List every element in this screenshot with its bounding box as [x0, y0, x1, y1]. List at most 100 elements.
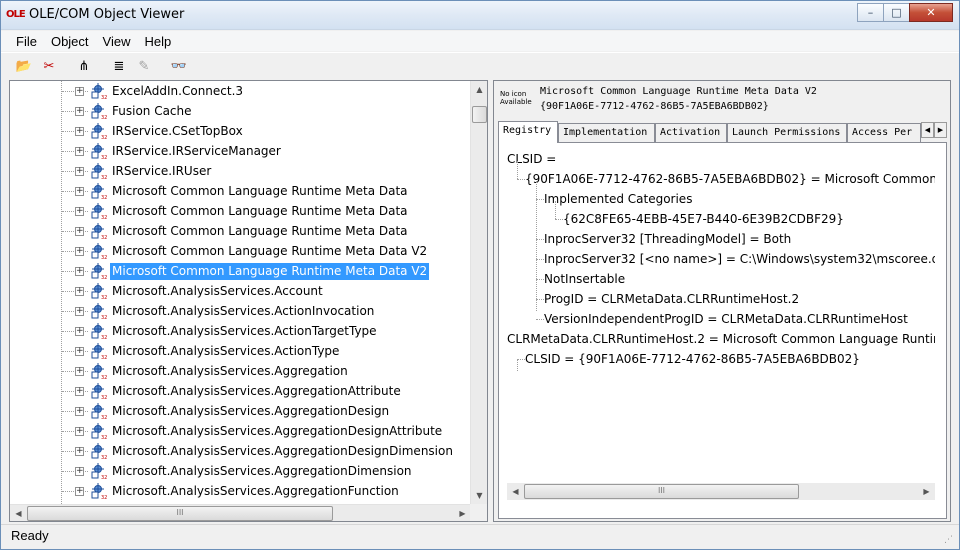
expand-icon[interactable]: + — [75, 367, 84, 376]
registry-entry[interactable]: CLRMetaData.CLRRuntimeHost.2 = Microsoft… — [507, 329, 935, 349]
tree-item[interactable]: +32 Microsoft.AnalysisServices.Aggregatio… — [10, 461, 471, 481]
expand-icon[interactable]: + — [75, 227, 84, 236]
expand-icon[interactable]: + — [75, 307, 84, 316]
registry-entry[interactable]: {90F1A06E-7712-4762-86B5-7A5EBA6BDB02} =… — [525, 169, 935, 189]
close-button[interactable]: ✕ — [909, 3, 953, 22]
registry-entry[interactable]: CLSID = — [507, 149, 556, 169]
tree-item[interactable]: +32 Microsoft.AnalysisServices.Aggregatio… — [10, 441, 471, 461]
tree-item[interactable]: +32 Microsoft Common Language Runtime Met… — [10, 201, 471, 221]
hierarchy-icon[interactable]: ⋔ — [73, 56, 95, 78]
menu-object[interactable]: Object — [44, 34, 96, 49]
expand-icon[interactable]: + — [75, 147, 84, 156]
expand-icon[interactable]: + — [75, 327, 84, 336]
registry-entry[interactable]: NotInsertable — [544, 269, 625, 289]
scroll-thumb[interactable] — [472, 106, 487, 123]
expand-icon[interactable]: + — [75, 167, 84, 176]
tree-item[interactable]: +32 IRService.IRUser — [10, 161, 471, 181]
expand-icon[interactable]: + — [75, 247, 84, 256]
title-bar[interactable]: OLE OLE/COM Object Viewer – □ ✕ — [1, 1, 959, 30]
registry-horizontal-scrollbar[interactable]: ◀ III ▶ — [507, 483, 935, 500]
tree-item[interactable]: +32 Microsoft Common Language Runtime Met… — [10, 181, 471, 201]
tab-launch-permissions[interactable]: Launch Permissions — [727, 123, 847, 142]
expand-icon[interactable]: + — [75, 347, 84, 356]
edit-icon[interactable]: ✎ — [133, 56, 155, 78]
registry-entry[interactable]: ProgID = CLRMetaData.CLRRuntimeHost.2 — [544, 289, 799, 309]
expand-icon[interactable]: + — [75, 87, 84, 96]
object-tree[interactable]: +32 ExcelAddIn.Connect.3 +32 Fusion Cache +3… — [10, 81, 471, 504]
svg-text:32: 32 — [101, 95, 107, 100]
disconnect-icon[interactable]: ✂ — [38, 56, 60, 78]
tab-activation[interactable]: Activation — [655, 123, 727, 142]
svg-text:32: 32 — [101, 155, 107, 160]
maximize-button[interactable]: □ — [883, 3, 910, 22]
svg-text:32: 32 — [101, 175, 107, 180]
tree-item[interactable]: +32 Microsoft.AnalysisServices.ActionTarg… — [10, 321, 471, 341]
com-object-icon: 32 — [91, 263, 107, 280]
com-object-icon: 32 — [91, 143, 107, 160]
tree-item[interactable]: +32 Microsoft.AnalysisServices.Aggregatio… — [10, 401, 471, 421]
scroll-thumb[interactable]: III — [27, 506, 333, 521]
expand-icon[interactable]: + — [75, 427, 84, 436]
tree-item[interactable]: +32 Microsoft.AnalysisServices.Aggregatio… — [10, 421, 471, 441]
tree-item[interactable]: +32 Microsoft Common Language Runtime Met… — [10, 221, 471, 241]
tree-item-label: Microsoft.AnalysisServices.Aggregation — [112, 364, 348, 378]
tab-scroll-left-icon[interactable]: ◀ — [921, 122, 934, 138]
tree-item[interactable]: +32 ExcelAddIn.Connect.3 — [10, 81, 471, 101]
expand-icon[interactable]: + — [75, 187, 84, 196]
registry-entry[interactable]: InprocServer32 [<no name>] = C:\Windows\… — [544, 249, 935, 269]
tree-item[interactable]: +32 Microsoft.AnalysisServices.ActionInvo… — [10, 301, 471, 321]
menu-file[interactable]: File — [9, 34, 44, 49]
minimize-button[interactable]: – — [857, 3, 884, 22]
registry-entry[interactable]: VersionIndependentProgID = CLRMetaData.C… — [544, 309, 908, 329]
tree-item[interactable]: +32 Microsoft Common Language Runtime Met… — [10, 241, 471, 261]
tree-item[interactable]: +32 IRService.IRServiceManager — [10, 141, 471, 161]
scroll-thumb[interactable]: III — [524, 484, 799, 499]
scroll-right-icon[interactable]: ▶ — [918, 483, 935, 500]
expand-icon[interactable]: + — [75, 267, 84, 276]
tab-access-permissions[interactable]: Access Per — [847, 123, 921, 142]
tree-item-label: Microsoft Common Language Runtime Meta D… — [112, 224, 408, 238]
menu-help[interactable]: Help — [137, 34, 178, 49]
tree-item[interactable]: +32 Fusion Cache — [10, 101, 471, 121]
expand-icon[interactable]: + — [75, 387, 84, 396]
expand-icon[interactable]: + — [75, 407, 84, 416]
tree-item[interactable]: +32 Microsoft.AnalysisServices.Aggregatio… — [10, 361, 471, 381]
expand-icon[interactable]: + — [75, 127, 84, 136]
tree-item-label: Microsoft Common Language Runtime Meta D… — [112, 184, 408, 198]
scroll-left-icon[interactable]: ◀ — [10, 505, 27, 521]
tree-horizontal-scrollbar[interactable]: ◀ III ▶ — [10, 504, 471, 521]
resize-grip-icon[interactable]: ⋰ — [944, 534, 956, 546]
tab-scroll-right-icon[interactable]: ▶ — [934, 122, 947, 138]
tree-item[interactable]: +32 Microsoft.AnalysisServices.Account — [10, 281, 471, 301]
tree-item[interactable]: +32 IRService.CSetTopBox — [10, 121, 471, 141]
expand-icon[interactable]: + — [75, 287, 84, 296]
tree-item[interactable]: +32 Microsoft.AnalysisServices.ActionType — [10, 341, 471, 361]
svg-text:32: 32 — [101, 115, 107, 120]
scroll-up-icon[interactable]: ▲ — [471, 81, 487, 98]
registry-tree[interactable]: CLSID = {90F1A06E-7712-4762-86B5-7A5EBA6B… — [507, 149, 935, 489]
tree-vertical-scrollbar[interactable]: ▲ ▼ — [470, 81, 487, 504]
expand-icon[interactable]: + — [75, 107, 84, 116]
expand-icon[interactable]: + — [75, 467, 84, 476]
scroll-left-icon[interactable]: ◀ — [507, 483, 524, 500]
tab-registry[interactable]: Registry — [498, 121, 558, 143]
registry-entry[interactable]: InprocServer32 [ThreadingModel] = Both — [544, 229, 791, 249]
tree-item-label: IRService.IRUser — [112, 164, 212, 178]
registry-entry[interactable]: {62C8FE65-4EBB-45E7-B440-6E39B2CDBF29} — [563, 209, 844, 229]
tree-item[interactable]: +32 Microsoft.AnalysisServices.Aggregatio… — [10, 381, 471, 401]
registry-entry[interactable]: Implemented Categories — [544, 189, 692, 209]
expand-icon[interactable]: + — [75, 207, 84, 216]
expand-icon[interactable]: + — [75, 487, 84, 496]
scroll-right-icon[interactable]: ▶ — [454, 505, 471, 521]
details-pane: No icon Available Microsoft Common Langu… — [493, 80, 951, 522]
menu-view[interactable]: View — [96, 34, 138, 49]
binoculars-icon[interactable]: 👓 — [168, 56, 190, 78]
tree-item[interactable]: +32 Microsoft.AnalysisServices.Aggregatio… — [10, 481, 471, 501]
tree-item[interactable]: +32 Microsoft Common Language Runtime Met… — [10, 261, 471, 281]
open-icon[interactable]: 📂 — [13, 56, 35, 78]
registry-entry[interactable]: CLSID = {90F1A06E-7712-4762-86B5-7A5EBA6… — [525, 349, 860, 369]
expand-icon[interactable]: + — [75, 447, 84, 456]
tab-implementation[interactable]: Implementation — [558, 123, 655, 142]
scroll-down-icon[interactable]: ▼ — [471, 487, 487, 504]
expert-mode-icon[interactable]: ≣ — [108, 56, 130, 78]
